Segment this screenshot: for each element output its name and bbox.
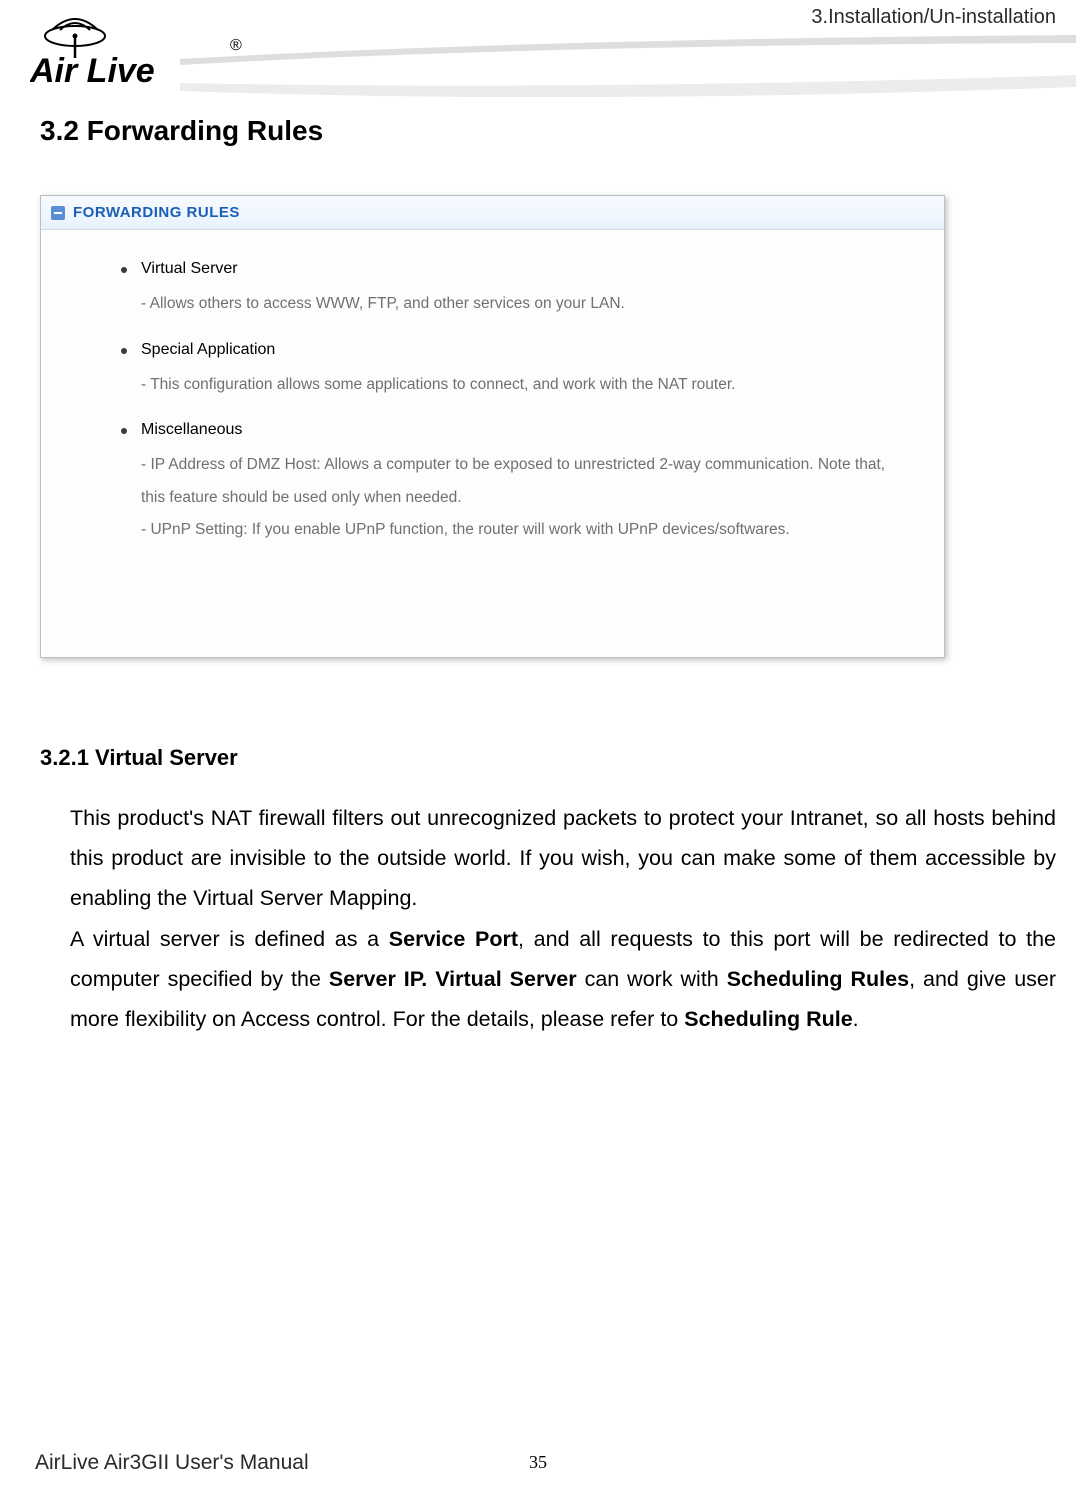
list-item: Virtual Server - Allows others to access…: [121, 260, 904, 321]
list-item: Special Application - This configuration…: [121, 341, 904, 402]
subsection-virtual-server: 3.2.1 Virtual Server This product's NAT …: [40, 745, 1056, 1042]
item-desc: - This configuration allows some applica…: [141, 369, 904, 402]
item-desc: - IP Address of DMZ Host: Allows a compu…: [141, 449, 904, 547]
paragraph: This product's NAT firewall filters out …: [70, 799, 1056, 918]
footer-page-number: 35: [529, 1452, 547, 1473]
subsection-title: 3.2.1 Virtual Server: [40, 745, 1056, 771]
panel-body: Virtual Server - Allows others to access…: [41, 230, 944, 587]
collapse-icon[interactable]: [51, 206, 65, 220]
list-item: Miscellaneous - IP Address of DMZ Host: …: [121, 421, 904, 547]
svg-text:Air Live: Air Live: [30, 52, 155, 90]
item-title-miscellaneous: Miscellaneous: [141, 421, 242, 439]
subsection-body: This product's NAT firewall filters out …: [70, 799, 1056, 1040]
section-title: 3.2 Forwarding Rules: [40, 115, 323, 147]
paragraph: A virtual server is defined as a Service…: [70, 920, 1056, 1039]
bullet-icon: [121, 348, 127, 354]
bullet-icon: [121, 428, 127, 434]
bullet-icon: [121, 267, 127, 273]
header-breadcrumb: 3.Installation/Un-installation: [811, 6, 1056, 29]
item-desc: - Allows others to access WWW, FTP, and …: [141, 288, 904, 321]
footer-manual-title: AirLive Air3GII User's Manual: [35, 1451, 309, 1475]
panel-title: FORWARDING RULES: [73, 204, 240, 221]
item-title-virtual-server: Virtual Server: [141, 260, 238, 278]
decorative-swoosh: [180, 35, 1076, 115]
panel-header[interactable]: FORWARDING RULES: [41, 196, 944, 230]
item-title-special-application: Special Application: [141, 341, 275, 359]
forwarding-rules-panel: FORWARDING RULES Virtual Server - Allows…: [40, 195, 945, 658]
